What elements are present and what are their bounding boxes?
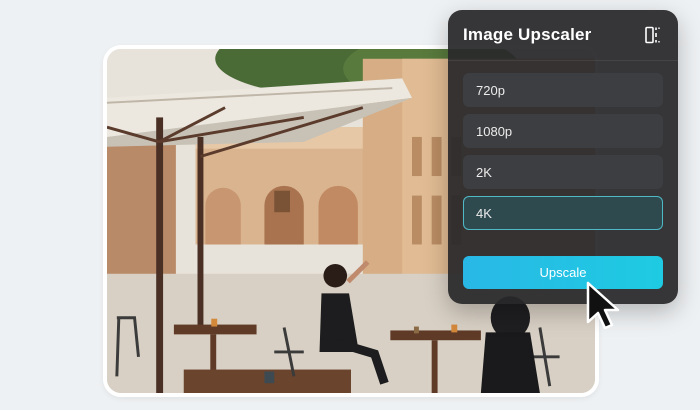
panel-header: Image Upscaler [463,10,663,60]
option-720p[interactable]: 720p [463,73,663,107]
split-view-icon[interactable] [643,25,663,45]
resolution-options: 720p 1080p 2K 4K [463,73,663,230]
upscale-button[interactable]: Upscale [463,256,663,289]
option-4k[interactable]: 4K [463,196,663,230]
header-divider [448,60,678,61]
option-2k[interactable]: 2K [463,155,663,189]
option-1080p[interactable]: 1080p [463,114,663,148]
panel-title: Image Upscaler [463,25,592,44]
mouse-pointer-icon [586,281,620,330]
image-upscaler-panel: Image Upscaler 720p 1080p 2K 4K Upscale [448,10,678,304]
